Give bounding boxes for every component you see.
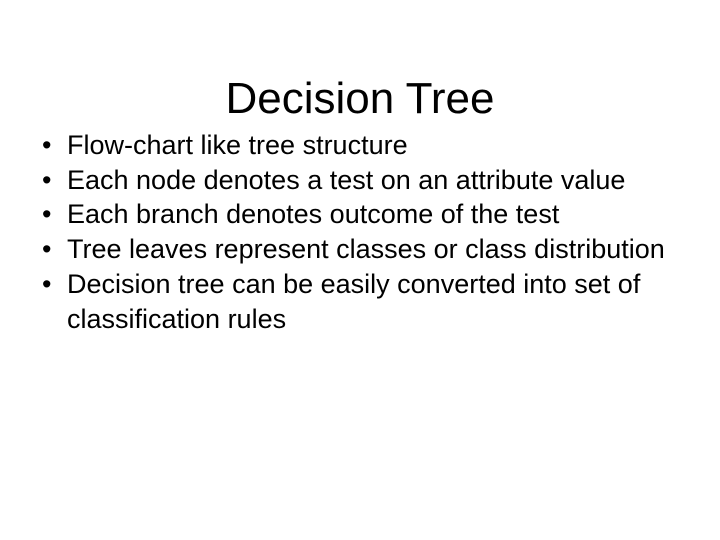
list-item: • Each node denotes a test on an attribu… [36, 163, 686, 198]
list-item-text: Each branch denotes outcome of the test [67, 199, 560, 230]
list-item-text: Each node denotes a test on an attribute… [67, 164, 626, 195]
page-title: Decision Tree [225, 74, 495, 124]
list-item: • Each branch denotes outcome of the tes… [36, 197, 686, 232]
bullet-point-icon: • [42, 268, 52, 299]
slide-canvas: Decision Tree • Flow-chart like tree str… [0, 0, 720, 540]
bullet-point-icon: • [42, 164, 52, 195]
list-item: • Decision tree can be easily converted … [36, 267, 686, 336]
list-item-text: Flow-chart like tree structure [67, 130, 408, 160]
list-item: • Flow-chart like tree structure [36, 128, 686, 163]
bullet-point-icon: • [42, 234, 52, 265]
list-item-text: Tree leaves represent classes or class d… [67, 234, 665, 265]
bullet-point-icon: • [42, 130, 52, 160]
list-item-text: Decision tree can be easily converted in… [67, 268, 641, 334]
bullet-point-icon: • [42, 199, 52, 230]
bullet-list: • Flow-chart like tree structure • Each … [36, 128, 686, 336]
list-item: • Tree leaves represent classes or class… [36, 232, 686, 267]
